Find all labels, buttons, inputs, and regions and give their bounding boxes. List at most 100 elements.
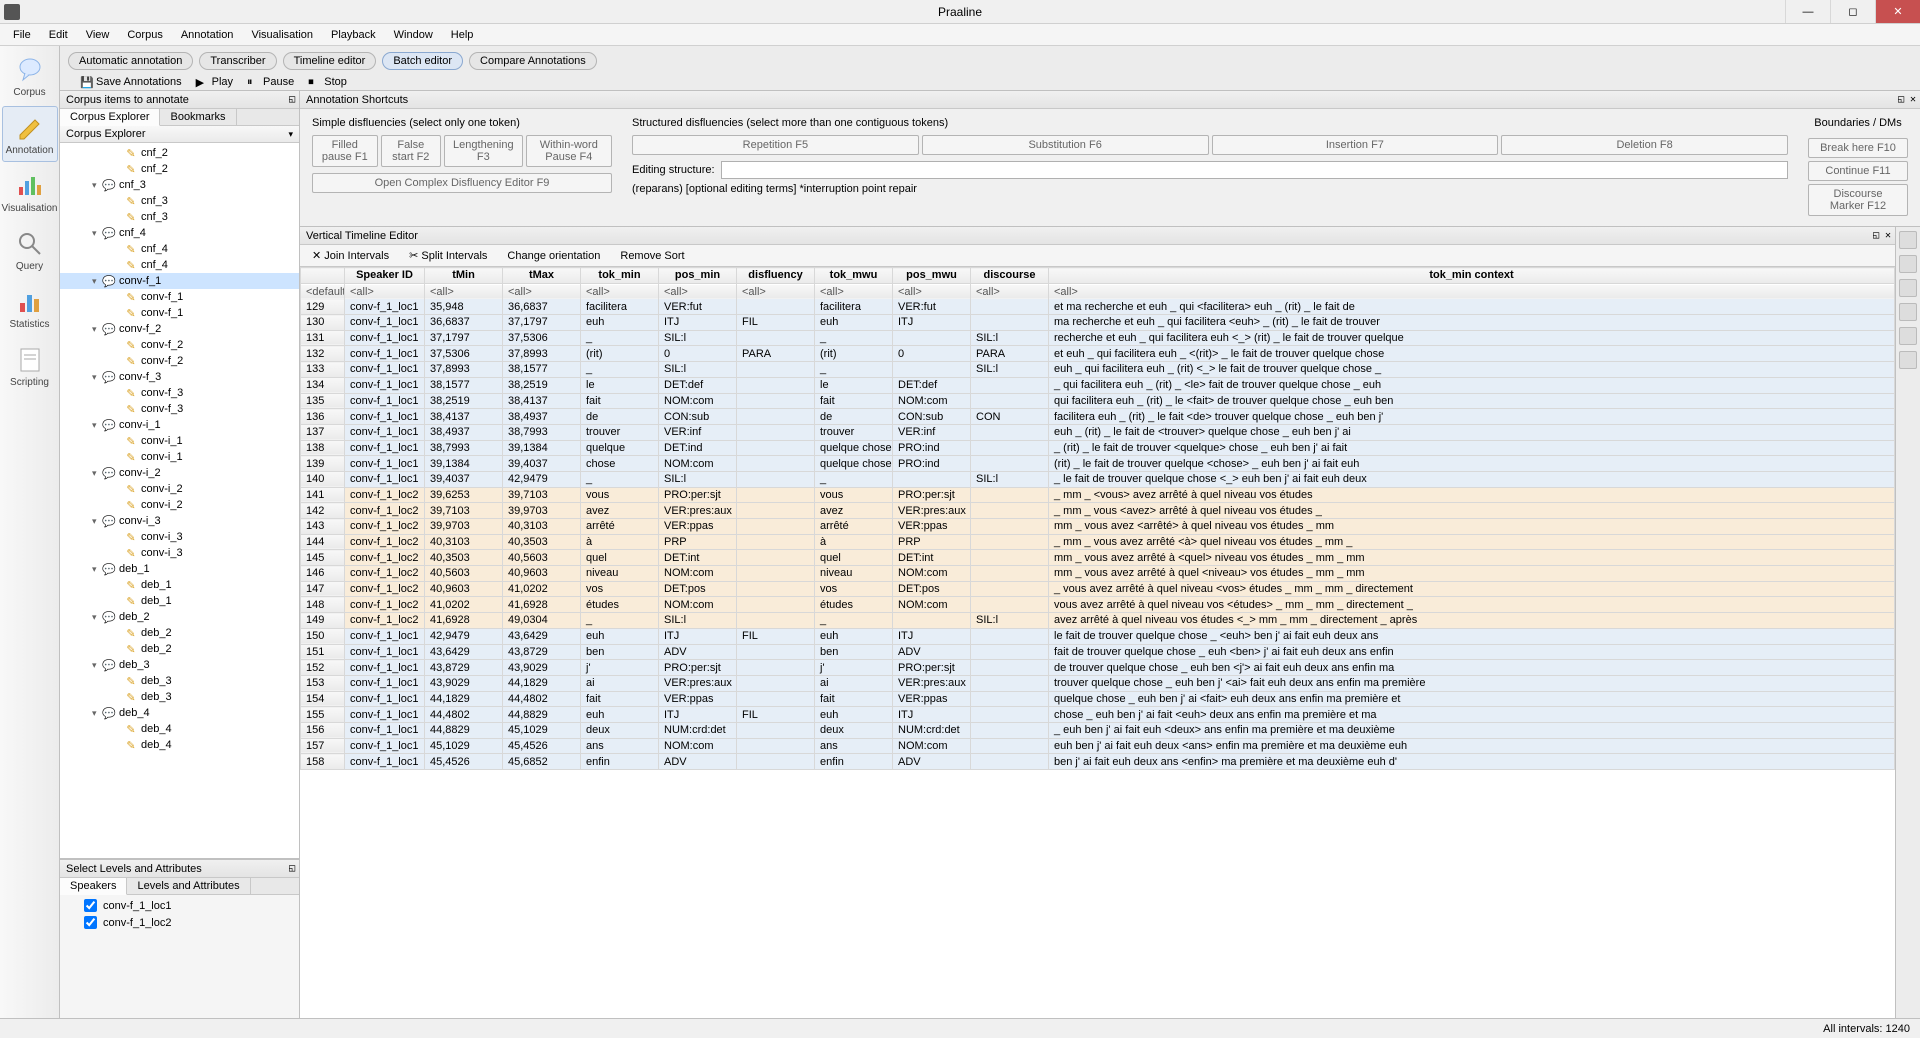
table-row[interactable]: 152conv-f_1_loc143,872943,9029j'PRO:per:… xyxy=(301,660,1895,676)
tree-item-label[interactable]: deb_3 xyxy=(141,691,172,703)
column-header[interactable]: pos_min xyxy=(659,268,737,284)
change-orientation-button[interactable]: Change orientation xyxy=(507,250,600,262)
chevron-down-icon[interactable]: ▾ xyxy=(288,129,293,140)
shortcut-button[interactable]: Substitution F6 xyxy=(922,135,1209,155)
tree-item-label[interactable]: deb_2 xyxy=(141,643,172,655)
tree-caret[interactable]: ▾ xyxy=(92,180,102,191)
tree-caret[interactable]: ▾ xyxy=(92,228,102,239)
shortcut-button[interactable]: Filled pause F1 xyxy=(312,135,378,167)
menu-view[interactable]: View xyxy=(77,27,119,43)
tree-caret[interactable]: ▾ xyxy=(92,324,102,335)
table-row[interactable]: 130conv-f_1_loc136,683737,1797euhITJFILe… xyxy=(301,315,1895,331)
maximize-button[interactable]: ◻ xyxy=(1830,0,1875,23)
speaker-check[interactable]: conv-f_1_loc2 xyxy=(84,916,299,929)
tool-icon[interactable] xyxy=(1899,279,1917,297)
undock-icon[interactable]: ◱ xyxy=(289,863,295,874)
menu-edit[interactable]: Edit xyxy=(40,27,77,43)
tree-item-label[interactable]: cnf_2 xyxy=(141,147,168,159)
tree-item-label[interactable]: deb_4 xyxy=(141,739,172,751)
tree-caret[interactable]: ▾ xyxy=(92,516,102,527)
tree-caret[interactable]: ▾ xyxy=(92,708,102,719)
close-button[interactable]: ✕ xyxy=(1875,0,1920,23)
menu-file[interactable]: File xyxy=(4,27,40,43)
tree-item-label[interactable]: deb_4 xyxy=(119,707,150,719)
column-header[interactable]: tMax xyxy=(503,268,581,284)
tree-item-label[interactable]: conv-f_1 xyxy=(141,291,183,303)
table-row[interactable]: 131conv-f_1_loc137,179737,5306_SIL:l_SIL… xyxy=(301,330,1895,346)
table-row[interactable]: 133conv-f_1_loc137,899338,1577_SIL:l_SIL… xyxy=(301,362,1895,378)
column-header[interactable]: pos_mwu xyxy=(893,268,971,284)
table-row[interactable]: 136conv-f_1_loc138,413738,4937deCON:subd… xyxy=(301,409,1895,425)
column-filter[interactable]: <all> xyxy=(971,284,1049,300)
undock-icon[interactable]: ◱ xyxy=(289,94,295,105)
column-filter[interactable]: <all> xyxy=(1049,284,1895,300)
shortcut-button[interactable]: Insertion F7 xyxy=(1212,135,1499,155)
shortcut-button[interactable]: Repetition F5 xyxy=(632,135,919,155)
tree-caret[interactable]: ▾ xyxy=(92,420,102,431)
menu-annotation[interactable]: Annotation xyxy=(172,27,243,43)
tree-item-label[interactable]: conv-f_3 xyxy=(141,387,183,399)
table-row[interactable]: 129conv-f_1_loc135,94836,6837faciliteraV… xyxy=(301,299,1895,315)
shortcut-button[interactable]: Break here F10 xyxy=(1808,138,1908,158)
tree-item-label[interactable]: cnf_4 xyxy=(141,259,168,271)
join-intervals-button[interactable]: ✕ Join Intervals xyxy=(312,249,389,262)
table-row[interactable]: 142conv-f_1_loc239,710339,9703avezVER:pr… xyxy=(301,503,1895,519)
tree-item-label[interactable]: conv-f_3 xyxy=(119,371,161,383)
column-header[interactable]: tMin xyxy=(425,268,503,284)
nav-annotation[interactable]: Annotation xyxy=(2,106,58,162)
table-row[interactable]: 155conv-f_1_loc144,480244,8829euhITJFILe… xyxy=(301,707,1895,723)
shortcut-button[interactable]: Lengthening F3 xyxy=(444,135,523,167)
split-intervals-button[interactable]: ✂ Split Intervals xyxy=(409,249,487,262)
tree-item-label[interactable]: conv-f_1 xyxy=(141,307,183,319)
editing-structure-input[interactable] xyxy=(721,161,1788,179)
table-row[interactable]: 141conv-f_1_loc239,625339,7103vousPRO:pe… xyxy=(301,487,1895,503)
tree-item-label[interactable]: conv-i_1 xyxy=(141,435,183,447)
pill-timeline-editor[interactable]: Timeline editor xyxy=(283,52,377,70)
column-header[interactable]: Speaker ID xyxy=(345,268,425,284)
tree-item-label[interactable]: conv-i_2 xyxy=(141,483,183,495)
tree-item-label[interactable]: deb_1 xyxy=(141,595,172,607)
open-complex-button[interactable]: Open Complex Disfluency Editor F9 xyxy=(312,173,612,193)
menu-corpus[interactable]: Corpus xyxy=(118,27,171,43)
nav-scripting[interactable]: Scripting xyxy=(2,338,58,394)
shortcut-button[interactable]: Continue F11 xyxy=(1808,161,1908,181)
table-row[interactable]: 158conv-f_1_loc145,452645,6852enfinADVen… xyxy=(301,754,1895,770)
pill-batch-editor[interactable]: Batch editor xyxy=(382,52,463,70)
tree-item-label[interactable]: conv-f_3 xyxy=(141,403,183,415)
shortcut-button[interactable]: Discourse Marker F12 xyxy=(1808,184,1908,216)
tree-item-label[interactable]: deb_3 xyxy=(141,675,172,687)
tree-item-label[interactable]: conv-f_2 xyxy=(119,323,161,335)
tool-icon[interactable] xyxy=(1899,231,1917,249)
column-header[interactable]: discourse xyxy=(971,268,1049,284)
stop-button[interactable]: ⏹Stop xyxy=(308,76,347,88)
undock-icon[interactable]: ◱ ✕ xyxy=(1873,230,1891,241)
table-row[interactable]: 139conv-f_1_loc139,138439,4037choseNOM:c… xyxy=(301,456,1895,472)
table-row[interactable]: 134conv-f_1_loc138,157738,2519leDET:defl… xyxy=(301,377,1895,393)
tree-item-label[interactable]: conv-i_2 xyxy=(141,499,183,511)
tree-item-label[interactable]: conv-i_1 xyxy=(141,451,183,463)
tree-item-label[interactable]: conv-i_3 xyxy=(119,515,161,527)
shortcut-button[interactable]: Deletion F8 xyxy=(1501,135,1788,155)
pill-automatic-annotation[interactable]: Automatic annotation xyxy=(68,52,193,70)
column-header[interactable]: tok_mwu xyxy=(815,268,893,284)
column-filter[interactable]: <default> xyxy=(301,284,345,300)
tool-icon[interactable] xyxy=(1899,327,1917,345)
save-button[interactable]: 💾Save Annotations xyxy=(80,76,182,88)
column-header[interactable]: tok_min xyxy=(581,268,659,284)
tree-item-label[interactable]: cnf_4 xyxy=(141,243,168,255)
menu-help[interactable]: Help xyxy=(442,27,483,43)
table-row[interactable]: 145conv-f_1_loc240,350340,5603quelDET:in… xyxy=(301,550,1895,566)
table-row[interactable]: 137conv-f_1_loc138,493738,7993trouverVER… xyxy=(301,424,1895,440)
table-row[interactable]: 149conv-f_1_loc241,692849,0304_SIL:l_SIL… xyxy=(301,613,1895,629)
tool-icon[interactable] xyxy=(1899,303,1917,321)
tree-item-label[interactable]: deb_4 xyxy=(141,723,172,735)
speaker-check[interactable]: conv-f_1_loc1 xyxy=(84,899,299,912)
table-row[interactable]: 135conv-f_1_loc138,251938,4137faitNOM:co… xyxy=(301,393,1895,409)
menu-window[interactable]: Window xyxy=(385,27,442,43)
table-row[interactable]: 151conv-f_1_loc143,642943,8729benADVbenA… xyxy=(301,644,1895,660)
column-header[interactable]: disfluency xyxy=(737,268,815,284)
remove-sort-button[interactable]: Remove Sort xyxy=(620,250,684,262)
nav-visualisation[interactable]: Visualisation xyxy=(2,164,58,220)
tree-item-label[interactable]: conv-f_1 xyxy=(119,275,161,287)
column-filter[interactable]: <all> xyxy=(737,284,815,300)
